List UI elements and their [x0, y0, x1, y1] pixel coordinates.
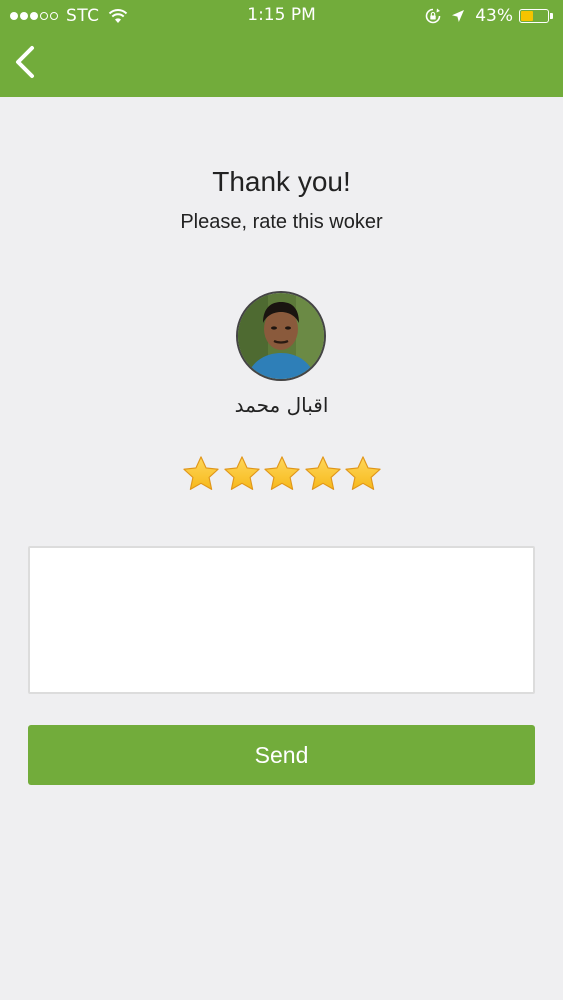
chevron-left-icon [16, 46, 34, 78]
worker-name: اقبال محمد [234, 393, 329, 417]
page-title: Thank you! [212, 166, 351, 197]
comment-input[interactable] [28, 546, 535, 694]
star-icon[interactable] [304, 455, 342, 493]
battery-icon [519, 9, 549, 23]
worker-avatar [236, 291, 326, 381]
star-icon[interactable] [182, 455, 220, 493]
status-bar: STC 1:15 PM 43% [0, 0, 563, 32]
location-arrow-icon [451, 9, 465, 23]
star-icon[interactable] [263, 455, 301, 493]
send-button[interactable]: Send [28, 725, 535, 785]
star-icon[interactable] [344, 455, 382, 493]
rotation-lock-icon [425, 8, 441, 24]
back-button[interactable] [8, 42, 40, 82]
star-icon[interactable] [223, 455, 261, 493]
rating-stars [182, 455, 382, 495]
status-right: 43% [425, 6, 553, 26]
battery-percentage: 43% [475, 6, 513, 26]
page-subtitle: Please, rate this woker [180, 211, 383, 233]
